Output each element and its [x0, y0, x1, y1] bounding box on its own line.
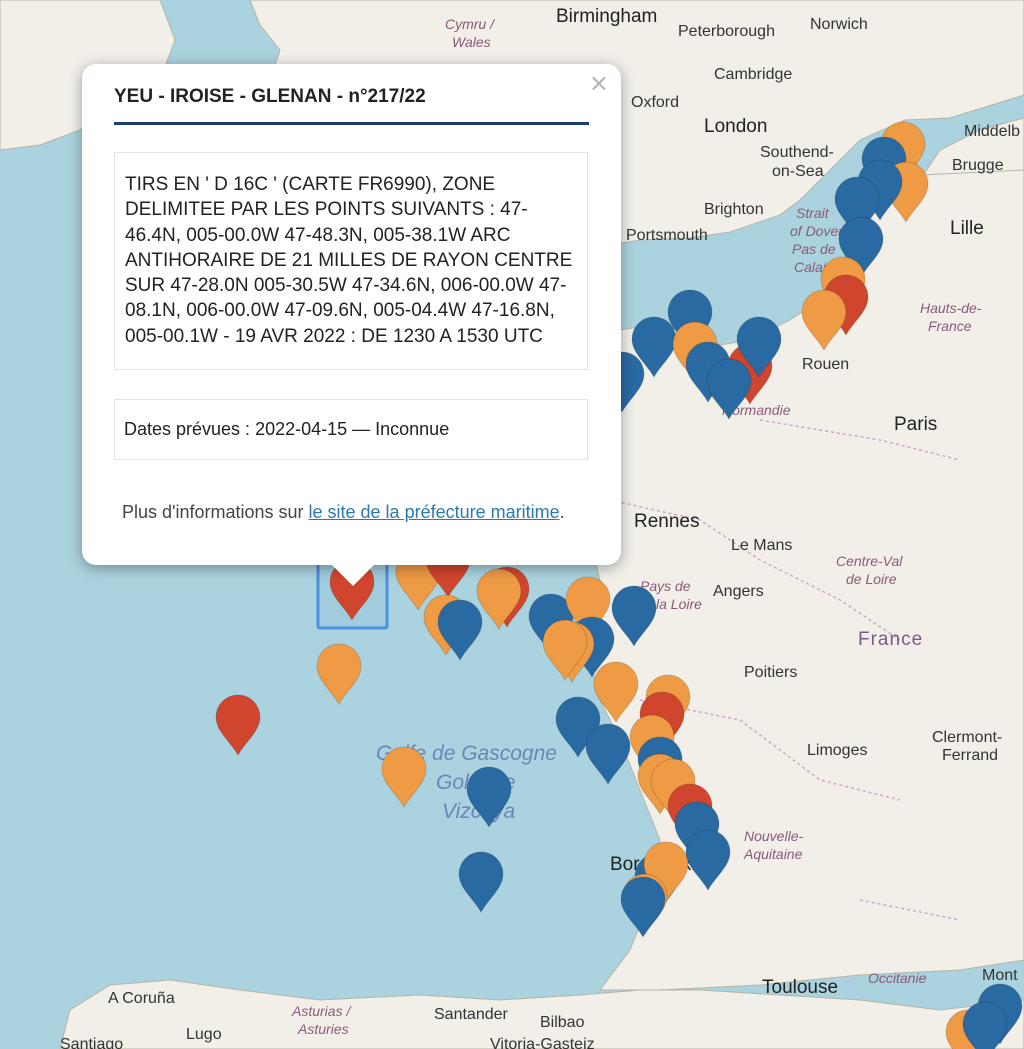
label-brugge: Brugge: [952, 157, 1004, 174]
label-lille: Lille: [950, 218, 984, 239]
label-na-2: Aquitaine: [743, 846, 803, 862]
label-birmingham: Birmingham: [556, 6, 657, 27]
label-hdf-2: France: [928, 318, 972, 334]
label-middelburg: Middelb: [964, 123, 1020, 140]
label-occitanie: Occitanie: [868, 970, 927, 986]
label-brighton: Brighton: [704, 201, 764, 218]
label-bilbao: Bilbao: [540, 1014, 585, 1031]
label-london: London: [704, 116, 767, 137]
popup-dates: Dates prévues : 2022-04-15 — Inconnue: [114, 399, 588, 460]
label-clermont: Clermont-: [932, 729, 1002, 746]
label-na: Nouvelle-: [744, 828, 803, 844]
label-coruna: A Coruña: [108, 990, 175, 1007]
label-montpellier: Mont: [982, 967, 1018, 984]
label-southend: Southend-: [760, 144, 834, 161]
label-asturias: Asturias /: [291, 1003, 352, 1019]
label-santiago: Santiago: [60, 1036, 123, 1049]
label-strait-3: Pas de: [792, 241, 836, 257]
label-cvl: Centre-Val: [836, 553, 903, 569]
prefecture-link[interactable]: le site de la préfecture maritime: [309, 502, 560, 522]
info-popup: × YEU - IROISE - GLENAN - n°217/22 TIRS …: [82, 64, 621, 565]
more-info-prefix: Plus d'informations sur: [122, 502, 309, 522]
label-portsmouth: Portsmouth: [626, 227, 708, 244]
label-southend-2: on-Sea: [772, 163, 824, 180]
popup-more-info: Plus d'informations sur le site de la pr…: [122, 502, 565, 523]
label-limoges: Limoges: [807, 742, 867, 759]
label-clermont-2: Ferrand: [942, 747, 998, 764]
label-cambridge: Cambridge: [714, 66, 792, 83]
label-rouen: Rouen: [802, 356, 849, 373]
label-strait: Strait: [796, 205, 830, 221]
label-oxford: Oxford: [631, 94, 679, 111]
label-strait-2: of Dover: [790, 223, 844, 239]
label-toulouse: Toulouse: [762, 977, 838, 998]
label-norwich: Norwich: [810, 16, 868, 33]
popup-title: YEU - IROISE - GLENAN - n°217/22: [114, 86, 589, 125]
label-angers: Angers: [713, 583, 764, 600]
label-peterborough: Peterborough: [678, 23, 775, 40]
close-icon[interactable]: ×: [589, 70, 609, 96]
label-poitiers: Poitiers: [744, 664, 797, 681]
popup-tip: [331, 564, 375, 586]
more-info-suffix: .: [559, 502, 565, 522]
label-france: France: [858, 629, 923, 650]
label-cvl-2: de Loire: [846, 571, 897, 587]
label-pdl-2: la Loire: [656, 596, 702, 612]
label-asturias-2: Asturies: [297, 1021, 349, 1037]
label-vitoria: Vitoria-Gasteiz: [490, 1036, 595, 1049]
label-rennes: Rennes: [634, 511, 700, 532]
label-le-mans: Le Mans: [731, 537, 792, 554]
label-santander: Santander: [434, 1006, 509, 1023]
label-paris: Paris: [894, 414, 937, 435]
label-hdf: Hauts-de-: [920, 300, 982, 316]
popup-description: TIRS EN ' D 16C ' (CARTE FR6990), ZONE D…: [114, 152, 588, 370]
label-lugo: Lugo: [186, 1026, 222, 1043]
label-cymru: Cymru /: [445, 16, 496, 32]
label-wales: Wales: [452, 34, 491, 50]
